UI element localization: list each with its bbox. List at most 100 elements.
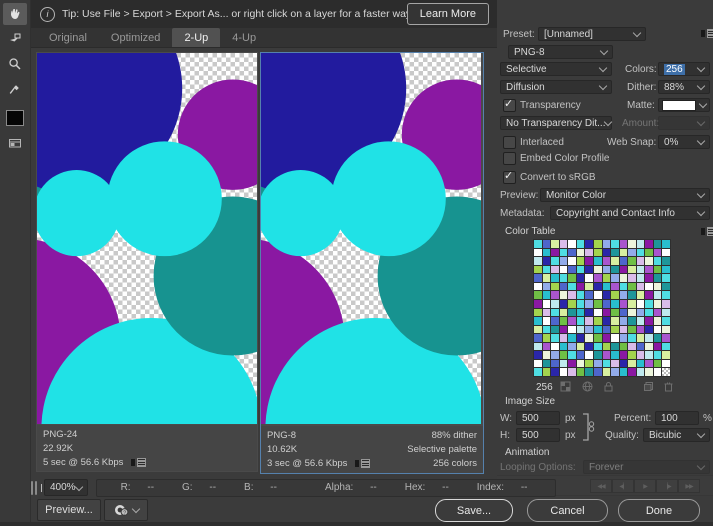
color-swatch[interactable] xyxy=(602,308,611,317)
color-swatch[interactable] xyxy=(559,334,568,342)
color-swatch[interactable] xyxy=(611,368,619,376)
zoom-tool[interactable] xyxy=(3,53,27,75)
color-swatch[interactable] xyxy=(542,351,551,359)
color-swatch[interactable] xyxy=(645,342,653,351)
color-swatch[interactable] xyxy=(542,265,551,274)
color-swatch[interactable] xyxy=(619,274,628,282)
color-swatch[interactable] xyxy=(593,334,602,342)
color-swatch[interactable] xyxy=(653,334,662,342)
color-swatch[interactable] xyxy=(568,257,576,265)
color-swatch[interactable] xyxy=(542,368,551,376)
color-swatch[interactable] xyxy=(542,282,551,291)
color-swatch[interactable] xyxy=(645,299,653,308)
color-swatch[interactable] xyxy=(653,342,662,351)
dither-field[interactable]: 88% xyxy=(658,80,710,94)
color-swatch[interactable] xyxy=(551,308,559,317)
color-swatch[interactable] xyxy=(645,274,653,282)
preview-in-browser-button[interactable]: Preview... xyxy=(37,499,101,521)
color-swatch[interactable] xyxy=(551,342,559,351)
color-swatch[interactable] xyxy=(593,265,602,274)
color-swatch[interactable] xyxy=(628,317,636,325)
color-swatch[interactable] xyxy=(628,342,636,351)
color-swatch[interactable] xyxy=(568,368,576,376)
color-swatch[interactable] xyxy=(619,240,628,248)
color-swatch[interactable] xyxy=(593,282,602,291)
color-swatch[interactable] xyxy=(568,317,576,325)
color-swatch[interactable] xyxy=(662,359,670,368)
color-swatch[interactable] xyxy=(662,317,670,325)
color-swatch[interactable] xyxy=(593,274,602,282)
color-swatch[interactable] xyxy=(576,359,585,368)
color-swatch[interactable] xyxy=(542,274,551,282)
color-swatch[interactable] xyxy=(576,299,585,308)
color-swatch[interactable] xyxy=(585,240,593,248)
color-swatch[interactable] xyxy=(628,291,636,299)
web-snap-field[interactable]: 0% xyxy=(658,135,710,149)
color-swatch[interactable] xyxy=(628,274,636,282)
color-swatch[interactable] xyxy=(534,291,542,299)
color-swatch[interactable] xyxy=(611,274,619,282)
color-swatch[interactable] xyxy=(636,308,645,317)
done-button[interactable]: Done xyxy=(618,499,700,522)
color-swatch[interactable] xyxy=(576,248,585,257)
color-swatch[interactable] xyxy=(542,334,551,342)
color-swatch[interactable] xyxy=(559,325,568,334)
color-swatch[interactable] xyxy=(662,351,670,359)
color-swatch[interactable] xyxy=(662,257,670,265)
color-swatch[interactable] xyxy=(576,257,585,265)
color-swatch[interactable] xyxy=(593,240,602,248)
color-swatch[interactable] xyxy=(551,359,559,368)
color-swatch[interactable] xyxy=(576,325,585,334)
web-shift-icon[interactable] xyxy=(582,381,593,392)
color-swatch[interactable] xyxy=(602,265,611,274)
color-swatch[interactable] xyxy=(551,282,559,291)
color-swatch[interactable] xyxy=(645,257,653,265)
quality-dropdown[interactable]: Bicubic xyxy=(643,428,710,442)
color-swatch[interactable] xyxy=(593,248,602,257)
color-swatch[interactable] xyxy=(593,291,602,299)
color-swatch[interactable] xyxy=(628,299,636,308)
eyedropper-color-swatch[interactable] xyxy=(6,110,24,126)
color-swatch[interactable] xyxy=(645,351,653,359)
color-swatch[interactable] xyxy=(551,368,559,376)
color-swatch[interactable] xyxy=(576,265,585,274)
color-swatch[interactable] xyxy=(568,248,576,257)
color-swatch[interactable] xyxy=(559,359,568,368)
color-swatch[interactable] xyxy=(602,282,611,291)
color-swatch[interactable] xyxy=(576,342,585,351)
color-swatch[interactable] xyxy=(585,282,593,291)
color-swatch[interactable] xyxy=(662,274,670,282)
color-swatch[interactable] xyxy=(628,282,636,291)
color-swatch[interactable] xyxy=(628,257,636,265)
color-swatch[interactable] xyxy=(559,308,568,317)
color-swatch[interactable] xyxy=(593,342,602,351)
color-swatch[interactable] xyxy=(593,257,602,265)
color-swatch[interactable] xyxy=(534,265,542,274)
color-swatch[interactable] xyxy=(662,325,670,334)
color-swatch[interactable] xyxy=(636,282,645,291)
color-swatch[interactable] xyxy=(559,291,568,299)
color-table-grid[interactable] xyxy=(533,239,671,377)
color-swatch[interactable] xyxy=(534,282,542,291)
color-swatch[interactable] xyxy=(611,265,619,274)
color-swatch[interactable] xyxy=(576,368,585,376)
color-swatch[interactable] xyxy=(662,240,670,248)
color-swatch[interactable] xyxy=(542,342,551,351)
color-swatch[interactable] xyxy=(542,248,551,257)
color-swatch[interactable] xyxy=(645,368,653,376)
preview-image-optimized[interactable] xyxy=(261,53,481,424)
color-swatch[interactable] xyxy=(568,351,576,359)
color-swatch[interactable] xyxy=(585,257,593,265)
color-swatch[interactable] xyxy=(653,248,662,257)
color-swatch[interactable] xyxy=(576,351,585,359)
color-swatch[interactable] xyxy=(542,359,551,368)
color-swatch[interactable] xyxy=(568,325,576,334)
color-swatch[interactable] xyxy=(628,351,636,359)
color-swatch[interactable] xyxy=(551,257,559,265)
color-swatch[interactable] xyxy=(645,359,653,368)
transparency-dither-dropdown[interactable]: No Transparency Dit... xyxy=(500,116,613,130)
preview-menu-icon[interactable] xyxy=(131,457,147,467)
color-swatch[interactable] xyxy=(619,299,628,308)
color-swatch[interactable] xyxy=(568,274,576,282)
percent-field[interactable]: 100 xyxy=(655,411,699,425)
